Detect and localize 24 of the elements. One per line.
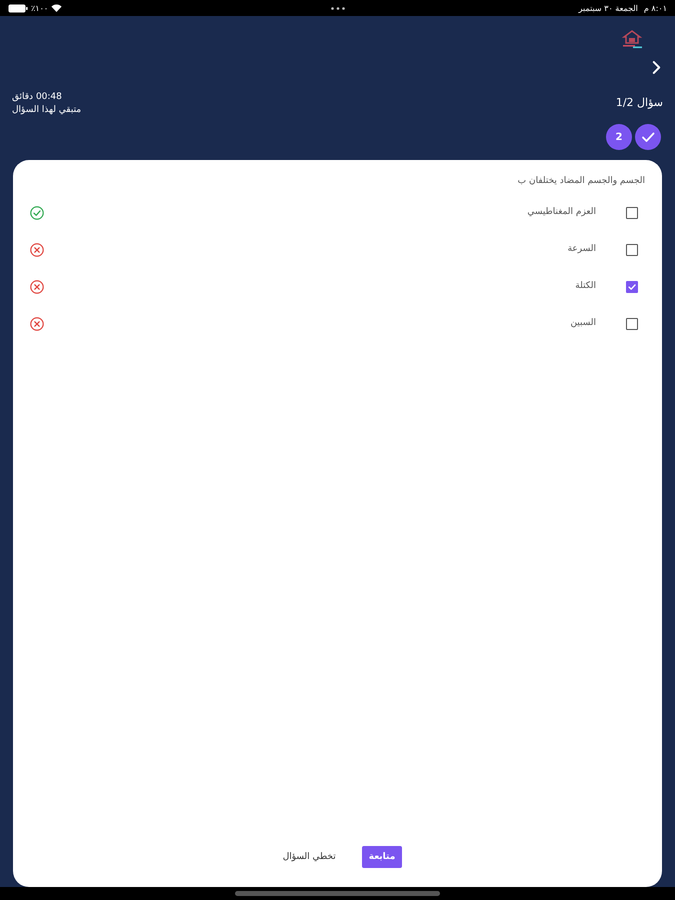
status-time: ٨:٠١ م bbox=[644, 2, 667, 14]
question-number-button[interactable]: 2 bbox=[606, 124, 632, 150]
check-circle-icon[interactable] bbox=[635, 124, 661, 150]
question-counter: سؤال 1/2 bbox=[616, 96, 663, 110]
skip-question-button[interactable]: تخطي السؤال bbox=[280, 846, 338, 868]
answer-checkbox[interactable] bbox=[626, 206, 638, 218]
question-text: الجسم والجسم المضاد يختلفان ب bbox=[518, 175, 645, 188]
timer-label: متبقي لهذا السؤال bbox=[12, 104, 82, 116]
answer-checkbox[interactable] bbox=[626, 280, 638, 292]
answer-label: العزم المغناطيسي bbox=[527, 206, 596, 219]
answer-label: الكتلة bbox=[575, 280, 596, 293]
wifi-icon bbox=[51, 4, 62, 12]
answer-label: السبين bbox=[570, 317, 596, 330]
answer-label: السرعة bbox=[568, 243, 596, 256]
answer-checkbox[interactable] bbox=[626, 318, 638, 330]
status-date: الجمعة ٣٠ سبتمبر bbox=[578, 2, 638, 14]
continue-button[interactable]: متابعة bbox=[362, 846, 402, 868]
answer-checkbox[interactable] bbox=[626, 244, 638, 256]
battery-percentage: ١٠٠٪ bbox=[31, 2, 48, 14]
timer-text: 00:48 دقائق bbox=[12, 90, 62, 102]
emblem-icon bbox=[621, 30, 643, 50]
battery-icon bbox=[8, 4, 28, 12]
multitask-dots-icon[interactable] bbox=[330, 6, 344, 10]
back-chevron-icon[interactable] bbox=[652, 60, 661, 74]
